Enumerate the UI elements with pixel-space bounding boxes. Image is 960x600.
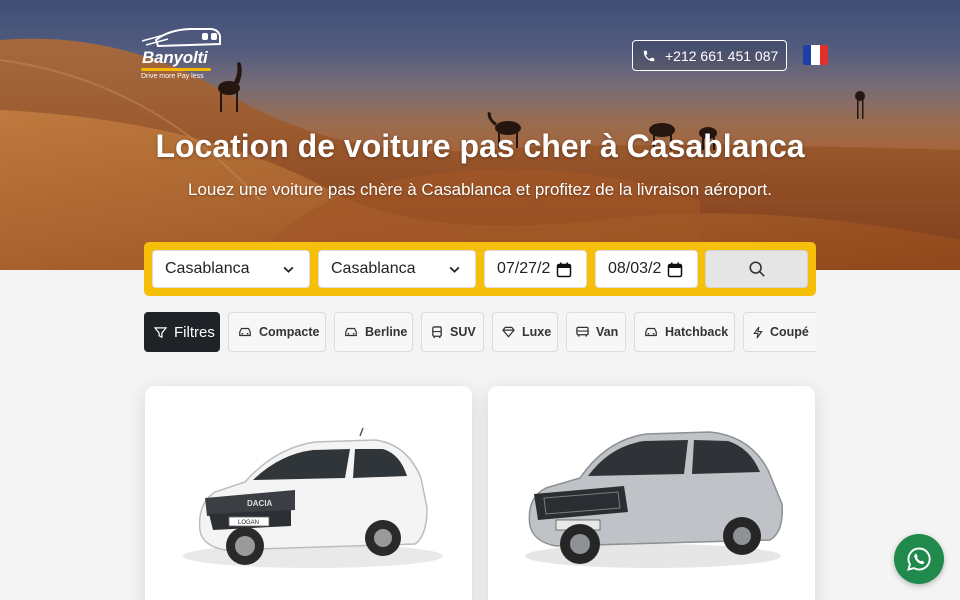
logo-car-icon — [141, 28, 221, 48]
bolt-icon — [753, 326, 763, 338]
car-card-dacia-logan[interactable]: DACIA LOGAN — [145, 386, 472, 600]
pickup-city-value: Casablanca — [165, 260, 250, 277]
car-icon — [645, 327, 657, 337]
chip-coupe[interactable]: Coupé — [743, 312, 816, 352]
return-date-value: 08/03/2 — [608, 260, 662, 277]
chip-label: SUV — [450, 325, 476, 339]
whatsapp-icon — [907, 547, 931, 571]
chip-label: Berline — [365, 325, 408, 339]
chip-label: Van — [596, 325, 619, 339]
logo-underline — [141, 68, 211, 71]
chip-berline[interactable]: Berline — [334, 312, 413, 352]
chip-label: Luxe — [522, 325, 552, 339]
chip-compacte[interactable]: Compacte — [228, 312, 326, 352]
page-subtitle: Louez une voiture pas chère à Casablanca… — [187, 180, 773, 199]
return-date-input[interactable]: 08/03/2 — [595, 250, 698, 288]
diamond-icon — [502, 326, 515, 338]
chip-suv[interactable]: SUV — [421, 312, 484, 352]
logo-tagline: Drive more Pay less — [141, 73, 204, 80]
chip-hatchback[interactable]: Hatchback — [634, 312, 735, 352]
phone-number: +212 661 451 087 — [665, 47, 779, 64]
car-icon — [345, 327, 357, 337]
language-flag-fr[interactable] — [803, 45, 828, 65]
bus-icon — [432, 325, 442, 338]
bus-icon — [576, 326, 589, 337]
car-image-dacia-logan: DACIA LOGAN — [183, 427, 443, 568]
chip-label: Coupé — [770, 325, 809, 339]
category-filter-bar: Filtres Compacte Berline SUV Luxe Van Ha… — [144, 312, 816, 352]
pickup-date-input[interactable]: 07/27/2 — [484, 250, 587, 288]
phone-icon — [643, 50, 655, 61]
car-card-hyundai-i10[interactable] — [488, 386, 815, 600]
chip-van[interactable]: Van — [566, 312, 626, 352]
page-title: Location de voiture pas cher à Casablanc… — [155, 128, 805, 164]
filters-label: Filtres — [174, 323, 215, 341]
pickup-city-select[interactable]: Casablanca — [152, 250, 310, 288]
chevron-down-icon — [283, 266, 294, 273]
page: Banyolti Drive more Pay less +212 661 45… — [0, 0, 960, 600]
filters-button[interactable]: Filtres — [144, 312, 220, 352]
calendar-icon[interactable] — [556, 262, 572, 278]
return-city-value: Casablanca — [331, 260, 416, 277]
return-city-select[interactable]: Casablanca — [318, 250, 476, 288]
logo-name: Banyolti — [142, 48, 208, 67]
chip-label: Compacte — [259, 325, 320, 339]
hero-banner: Banyolti Drive more Pay less +212 661 45… — [0, 0, 960, 270]
calendar-icon[interactable] — [667, 262, 683, 278]
license-plate: LOGAN — [238, 520, 259, 526]
chevron-down-icon — [449, 266, 460, 273]
phone-button[interactable]: +212 661 451 087 — [632, 40, 787, 71]
search-button[interactable] — [705, 250, 808, 288]
whatsapp-chat-button[interactable] — [894, 534, 944, 584]
car-image-hyundai-i10 — [525, 431, 783, 568]
filter-icon — [154, 326, 167, 338]
car-icon — [239, 327, 251, 337]
search-icon — [748, 261, 765, 277]
search-bar: Casablanca Casablanca 07/27/2 08/03/2 — [144, 242, 816, 296]
chip-luxe[interactable]: Luxe — [492, 312, 558, 352]
pickup-date-value: 07/27/2 — [497, 260, 551, 277]
svg-text:DACIA: DACIA — [247, 499, 273, 508]
site-logo[interactable]: Banyolti Drive more Pay less — [138, 26, 228, 86]
chip-label: Hatchback — [665, 325, 729, 339]
